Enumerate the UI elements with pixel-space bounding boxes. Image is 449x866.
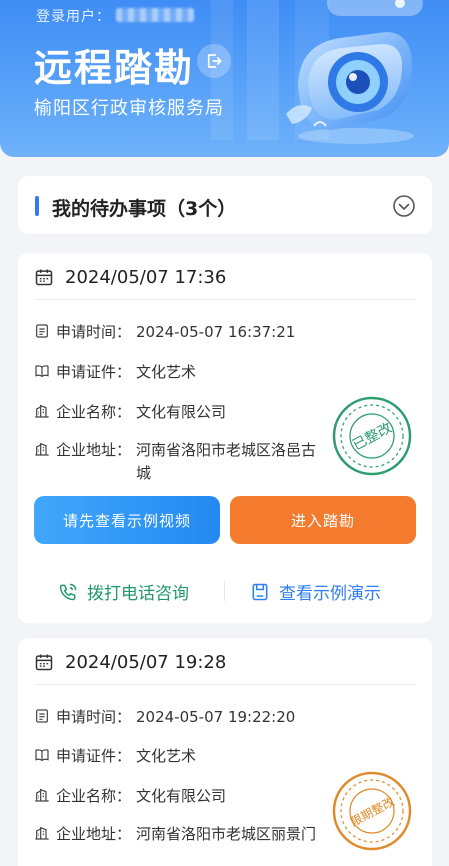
dot-icon [395,0,405,8]
building-icon [35,826,49,840]
label-apply-time: 申请时间： [56,323,132,341]
chevron-down-circle-icon[interactable] [392,194,416,218]
document-icon [36,709,48,723]
field-apply-cert: 申请证件： 文化艺术 [34,361,320,384]
login-user-name-redacted [116,8,194,22]
page-title: 远程踏勘 [34,46,195,90]
field-company-address: 企业地址： 河南省洛阳市老城区丽景门 [34,823,320,846]
book-icon [35,749,49,762]
logout-button[interactable] [197,44,231,78]
login-user-label: 登录用户： [36,9,111,25]
field-apply-cert: 申请证件： 文化艺术 [34,745,320,768]
label-apply-cert: 申请证件： [56,363,132,381]
todo-header-card[interactable]: 我的待办事项（3个） [18,176,432,234]
stamp-graphic: 限期整改 [332,771,412,851]
logout-icon [207,54,222,68]
value-company-address: 河南省洛阳市老城区丽景门 [136,825,317,843]
view-demo-label: 查看示例演示 [279,584,381,604]
label-company-name: 企业名称： [56,787,132,805]
label-apply-time: 申请时间： [56,708,132,726]
divider [34,684,416,685]
top-action-pill[interactable] [327,0,423,16]
label-apply-cert: 申请证件： [56,747,132,765]
save-icon [252,583,268,600]
item-date-row: 2024/05/07 19:28 [34,649,226,675]
status-stamp-rectified: 已整改 [331,395,413,477]
todo-item-card: 2024/05/07 17:36 申请时间： 2024-05-07 16:37:… [18,253,432,623]
field-company-address: 企业地址： 河南省洛阳市老城区洛邑古城 [34,439,320,485]
call-consult-button[interactable]: 拨打电话咨询 [58,579,189,604]
value-apply-time: 2024-05-07 19:22:20 [136,708,296,726]
camera-illustration [286,32,414,144]
header-banner: 登录用户： 远程踏勘 榆阳区行政审核服务局 [0,0,449,157]
page-subtitle: 榆阳区行政审核服务局 [34,98,224,119]
item-datetime: 2024/05/07 19:28 [65,651,227,673]
stamp-graphic: 已整改 [332,396,412,476]
todo-title: 我的待办事项（3个） [52,198,237,220]
field-company-name: 企业名称： 文化有限公司 [34,401,320,424]
calendar-icon [35,269,53,286]
item-datetime: 2024/05/07 17:36 [65,266,227,288]
status-stamp-deadline: 限期整改 [331,770,413,852]
enter-survey-button[interactable]: 进入踏勘 [230,496,416,544]
document-icon [36,324,48,338]
field-apply-time: 申请时间： 2024-05-07 19:22:20 [34,706,320,729]
building-icon [35,404,49,418]
todo-item-card: 2024/05/07 19:28 申请时间： 2024-05-07 19:22:… [18,638,432,866]
watch-example-video-button[interactable]: 请先查看示例视频 [34,496,220,544]
value-company-name: 文化有限公司 [136,403,227,421]
field-company-name: 企业名称： 文化有限公司 [34,785,320,808]
phone-icon [59,583,77,600]
building-icon [35,442,49,456]
label-company-address: 企业地址： [56,825,132,843]
building-icon [35,788,49,802]
call-consult-label: 拨打电话咨询 [87,584,189,604]
value-apply-cert: 文化艺术 [136,747,197,765]
calendar-icon [35,654,53,671]
stamp-text: 已整改 [350,420,395,454]
book-icon [35,365,49,378]
value-apply-cert: 文化艺术 [136,363,197,381]
value-apply-time: 2024-05-07 16:37:21 [136,323,296,341]
value-company-name: 文化有限公司 [136,787,227,805]
divider [34,299,416,300]
action-separator [224,581,225,601]
title-accent-bar [35,196,39,216]
label-company-name: 企业名称： [56,403,132,421]
label-company-address: 企业地址： [56,441,132,459]
value-company-address: 河南省洛阳市老城区洛邑古城 [136,441,317,482]
view-demo-button[interactable]: 查看示例演示 [250,579,381,604]
field-apply-time: 申请时间： 2024-05-07 16:37:21 [34,321,320,344]
item-date-row: 2024/05/07 17:36 [34,264,226,290]
